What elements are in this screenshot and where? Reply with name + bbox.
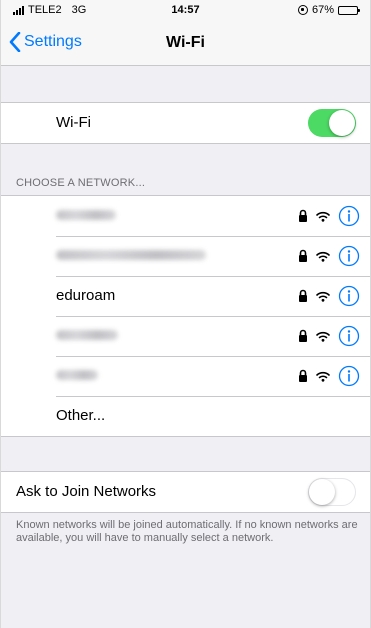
lock-icon <box>299 249 307 262</box>
network-row[interactable] <box>1 356 370 396</box>
obscured-network-name <box>56 250 206 260</box>
wifi-label: Wi-Fi <box>56 114 91 131</box>
wifi-icon <box>316 291 330 302</box>
status-bar: TELE2 3G 14:57 67% <box>1 0 370 22</box>
info-icon[interactable] <box>338 205 360 227</box>
wifi-toggle-group: Wi-Fi <box>1 102 370 144</box>
info-icon[interactable] <box>338 325 360 347</box>
obscured-network-name <box>56 330 118 340</box>
lock-icon <box>299 209 307 222</box>
network-row[interactable] <box>1 196 370 236</box>
ask-to-join-row: Ask to Join Networks <box>1 472 370 512</box>
network-row[interactable] <box>1 316 370 356</box>
wifi-row: Wi-Fi <box>1 103 370 143</box>
toggle-knob <box>329 110 355 136</box>
orientation-lock-icon <box>297 5 308 15</box>
info-icon[interactable] <box>338 365 360 387</box>
wifi-icon <box>316 371 330 382</box>
network-row[interactable] <box>1 236 370 276</box>
obscured-network-name <box>56 210 116 220</box>
wifi-toggle[interactable] <box>308 109 356 137</box>
screen: TELE2 3G 14:57 67% Settings Wi-Fi Wi-Fi … <box>0 0 371 628</box>
choose-network-header: CHOOSE A NETWORK... <box>16 177 146 189</box>
other-network-label: Other... <box>56 407 106 424</box>
lock-icon <box>299 369 307 382</box>
ask-to-join-group: Ask to Join Networks <box>1 471 370 513</box>
page-title: Wi-Fi <box>166 34 205 51</box>
wifi-icon <box>316 211 330 222</box>
network-list: eduroam Other... <box>1 195 370 437</box>
ask-to-join-description: Known networks will be joined automatica… <box>16 519 358 544</box>
navigation-bar: Settings Wi-Fi <box>1 22 370 66</box>
network-name: eduroam <box>56 287 116 304</box>
info-icon[interactable] <box>338 285 360 307</box>
network-row-eduroam[interactable]: eduroam <box>1 276 370 316</box>
obscured-network-name <box>56 370 98 380</box>
other-network-row[interactable]: Other... <box>1 396 370 436</box>
info-icon[interactable] <box>338 245 360 267</box>
lock-icon <box>299 329 307 342</box>
battery-icon <box>338 5 360 15</box>
toggle-knob <box>309 479 335 505</box>
wifi-icon <box>316 251 330 262</box>
wifi-icon <box>316 331 330 342</box>
ask-to-join-label: Ask to Join Networks <box>16 483 157 500</box>
ask-to-join-toggle[interactable] <box>308 478 356 506</box>
battery-percentage: 67% <box>311 4 334 16</box>
lock-icon <box>299 289 307 302</box>
